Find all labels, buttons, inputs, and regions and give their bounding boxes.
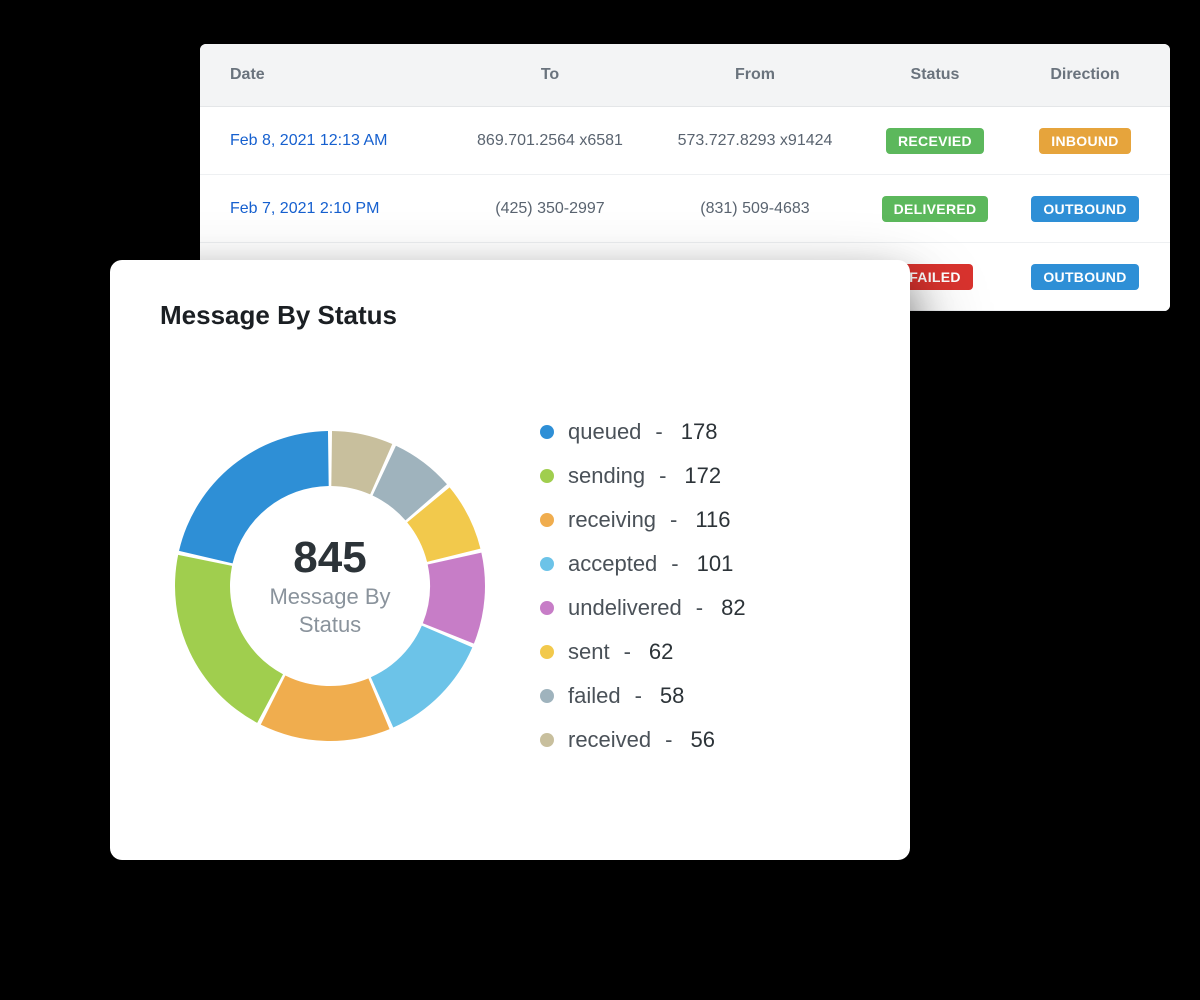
legend-separator: -	[635, 683, 642, 709]
legend-dot-icon	[540, 601, 554, 615]
col-header-to: To	[450, 66, 650, 84]
legend-label: sending	[568, 463, 645, 489]
legend-separator: -	[665, 727, 672, 753]
card-title: Message By Status	[160, 300, 860, 331]
legend-separator: -	[624, 639, 631, 665]
legend-label: failed	[568, 683, 621, 709]
legend-label: accepted	[568, 551, 657, 577]
legend-label: undelivered	[568, 595, 682, 621]
status-badge: DELIVERED	[882, 196, 989, 222]
chart-legend: queued-178sending-172receiving-116accept…	[540, 419, 746, 753]
message-by-status-card: Message By Status 845 Message By Status …	[110, 260, 910, 860]
legend-label: receiving	[568, 507, 656, 533]
legend-value: 56	[686, 727, 714, 753]
direction-badge: OUTBOUND	[1031, 196, 1138, 222]
legend-dot-icon	[540, 557, 554, 571]
direction-badge: INBOUND	[1039, 128, 1130, 154]
donut-slice-receiving[interactable]	[261, 675, 390, 741]
col-header-status: Status	[860, 66, 1010, 84]
legend-item-undelivered[interactable]: undelivered-82	[540, 595, 746, 621]
cell-direction: OUTBOUND	[1010, 264, 1160, 290]
cell-date: Feb 7, 2021 2:10 PM	[200, 200, 450, 218]
legend-dot-icon	[540, 513, 554, 527]
legend-label: queued	[568, 419, 641, 445]
cell-status: DELIVERED	[860, 196, 1010, 222]
legend-item-received[interactable]: received-56	[540, 727, 746, 753]
cell-status: RECEVIED	[860, 128, 1010, 154]
cell-direction: OUTBOUND	[1010, 196, 1160, 222]
col-header-from: From	[650, 66, 860, 84]
date-link[interactable]: Feb 7, 2021 2:10 PM	[230, 200, 379, 217]
legend-separator: -	[659, 463, 666, 489]
cell-direction: INBOUND	[1010, 128, 1160, 154]
legend-value: 58	[656, 683, 684, 709]
legend-dot-icon	[540, 645, 554, 659]
cell-date: Feb 8, 2021 12:13 AM	[200, 132, 450, 150]
legend-item-failed[interactable]: failed-58	[540, 683, 746, 709]
table-row: Feb 7, 2021 2:10 PM (425) 350-2997(831) 5…	[200, 175, 1170, 243]
legend-separator: -	[671, 551, 678, 577]
cell-from: (831) 509-4683	[650, 200, 860, 218]
legend-label: sent	[568, 639, 610, 665]
legend-value: 82	[717, 595, 745, 621]
legend-dot-icon	[540, 689, 554, 703]
cell-to: 869.701.2564 x6581	[450, 132, 650, 150]
donut-slice-undelivered[interactable]	[423, 552, 485, 643]
donut-slice-queued[interactable]	[179, 431, 329, 563]
col-header-date: Date	[200, 66, 450, 84]
legend-label: received	[568, 727, 651, 753]
cell-from: 573.727.8293 x91424	[650, 132, 860, 150]
cell-to: (425) 350-2997	[450, 200, 650, 218]
donut-slice-accepted[interactable]	[371, 625, 472, 727]
legend-dot-icon	[540, 425, 554, 439]
legend-value: 178	[677, 419, 718, 445]
donut-slice-sending[interactable]	[175, 554, 283, 722]
legend-item-accepted[interactable]: accepted-101	[540, 551, 746, 577]
donut-chart: 845 Message By Status	[160, 416, 500, 756]
legend-separator: -	[655, 419, 662, 445]
status-badge: RECEVIED	[886, 128, 984, 154]
legend-item-queued[interactable]: queued-178	[540, 419, 746, 445]
date-link[interactable]: Feb 8, 2021 12:13 AM	[230, 132, 387, 149]
legend-value: 101	[693, 551, 734, 577]
legend-dot-icon	[540, 469, 554, 483]
legend-dot-icon	[540, 733, 554, 747]
legend-value: 172	[680, 463, 721, 489]
col-header-direction: Direction	[1010, 66, 1160, 84]
direction-badge: OUTBOUND	[1031, 264, 1138, 290]
legend-separator: -	[670, 507, 677, 533]
legend-value: 116	[691, 507, 730, 533]
legend-item-receiving[interactable]: receiving-116	[540, 507, 746, 533]
legend-item-sending[interactable]: sending-172	[540, 463, 746, 489]
legend-separator: -	[696, 595, 703, 621]
legend-value: 62	[645, 639, 673, 665]
legend-item-sent[interactable]: sent-62	[540, 639, 746, 665]
table-row: Feb 8, 2021 12:13 AM 869.701.2564 x658157…	[200, 107, 1170, 175]
table-header-row: Date To From Status Direction	[200, 44, 1170, 107]
